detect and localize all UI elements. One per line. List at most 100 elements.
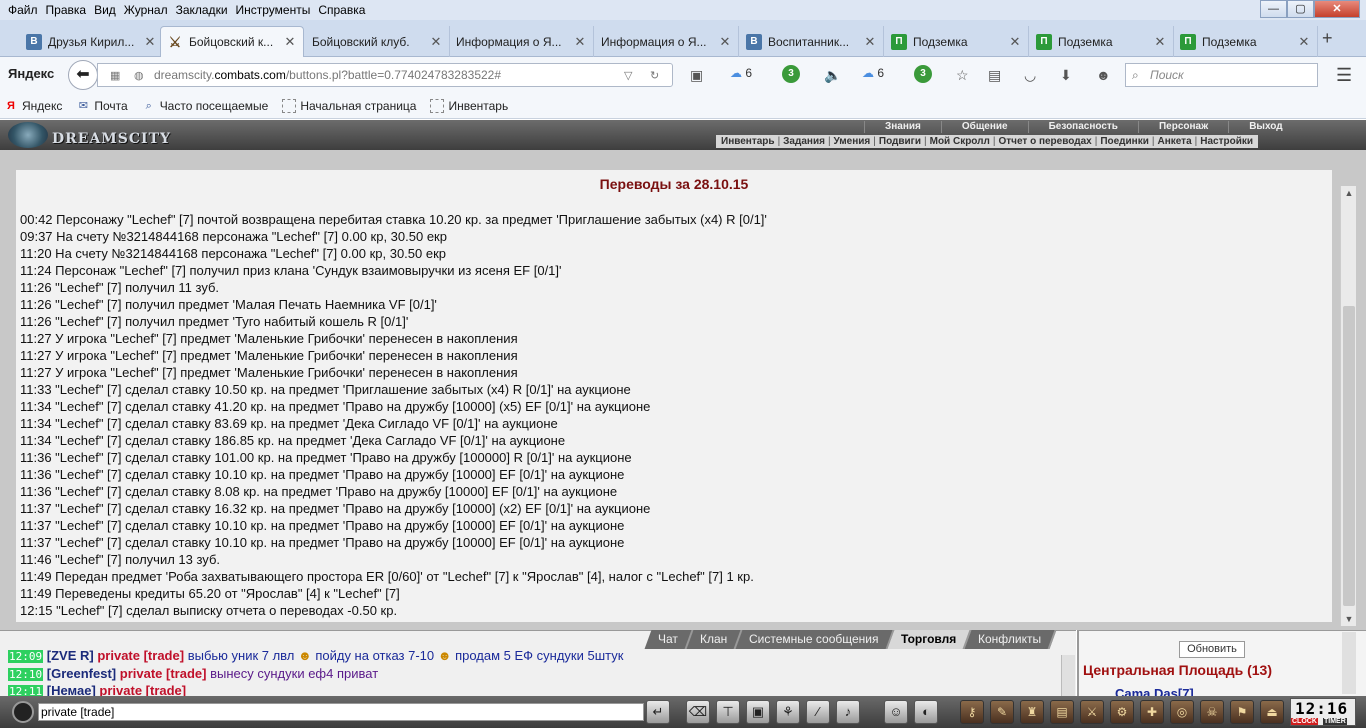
clock-label[interactable]: CLOCK	[1291, 718, 1318, 725]
screenshot-icon[interactable]: ▣	[690, 67, 703, 84]
submenu-skills[interactable]: Умения	[831, 135, 874, 148]
close-tab-icon[interactable]: ✕	[573, 34, 587, 50]
tab-info-1[interactable]: Информация о Я... ✕	[450, 26, 594, 57]
tab-combats-active[interactable]: ⚔ Бойцовский к... ✕	[160, 26, 304, 57]
star-icon[interactable]: ☆	[956, 67, 969, 84]
submenu-battles[interactable]: Поединки	[1097, 135, 1152, 148]
close-tab-icon[interactable]: ✕	[1153, 34, 1167, 50]
dropdown-arrow-icon[interactable]: ▽	[624, 69, 632, 82]
close-tab-icon[interactable]: ✕	[429, 34, 443, 50]
submenu-my-scroll[interactable]: Мой Скролл	[927, 135, 993, 148]
menu-bookmarks[interactable]: Закладки	[172, 3, 232, 17]
speaker-icon[interactable]: 🔈	[824, 67, 841, 84]
download-icon[interactable]: ⬇	[1060, 67, 1072, 84]
menu-knowledge[interactable]: Знания	[864, 121, 941, 133]
menu-icon[interactable]: ☰	[1336, 65, 1352, 86]
menu-edit[interactable]: Правка	[42, 3, 91, 17]
address-bar[interactable]: ▦ ◍ dreamscity.combats.com/buttons.pl?ba…	[97, 63, 673, 87]
submenu-feats[interactable]: Подвиги	[876, 135, 924, 148]
location-user[interactable]: Cama Das[7]	[1115, 686, 1194, 696]
submenu-quests[interactable]: Задания	[780, 135, 828, 148]
close-tab-icon[interactable]: ✕	[863, 34, 877, 50]
tab-combats-club[interactable]: Бойцовский клуб. ✕	[306, 26, 450, 57]
exit-icon[interactable]: ⏏	[1260, 700, 1284, 724]
pocket-icon[interactable]: ◡	[1024, 67, 1036, 84]
chat-scrollbar[interactable]	[1061, 655, 1075, 697]
chat-nick[interactable]: [ZVE R]	[47, 648, 94, 663]
reload-icon[interactable]: ↻	[650, 69, 659, 82]
location-scrollbar[interactable]	[1342, 632, 1356, 694]
menu-tools[interactable]: Инструменты	[232, 3, 315, 17]
reader-icon[interactable]: ▤	[988, 67, 1001, 84]
chat-input[interactable]: private [trade]	[38, 703, 644, 721]
scrollbar-thumb[interactable]	[1343, 306, 1355, 606]
close-tab-icon[interactable]: ✕	[143, 34, 157, 50]
menu-file[interactable]: Файл	[4, 3, 42, 17]
minimize-button[interactable]: —	[1260, 0, 1287, 18]
tab-vk-friends[interactable]: В Друзья Кирил... ✕	[20, 26, 164, 57]
chat-tab-clan[interactable]: Клан	[686, 630, 743, 649]
tab-info-2[interactable]: Информация о Я... ✕	[595, 26, 739, 57]
content-scrollbar[interactable]: ▲ ▼	[1340, 186, 1356, 626]
filter-icon[interactable]: ⊤	[716, 700, 740, 724]
chat-tab-conflicts[interactable]: Конфликты	[964, 630, 1057, 649]
bookmark-start-page[interactable]: Начальная страница	[282, 98, 416, 113]
tab-podzemka-3[interactable]: П Подземка ✕	[1174, 26, 1318, 57]
smile-icon[interactable]: ☺	[884, 700, 908, 724]
bookmark-mail[interactable]: ✉ Почта	[76, 99, 128, 113]
submenu-profile[interactable]: Анкета	[1154, 135, 1194, 148]
chest-icon[interactable]: ▤	[1050, 700, 1074, 724]
gear-icon[interactable]: ⚙	[1110, 700, 1134, 724]
back-button[interactable]: ⬅	[68, 60, 98, 90]
cross-icon[interactable]: ✚	[1140, 700, 1164, 724]
chat-private-tag[interactable]: private [trade]	[97, 648, 184, 663]
scroll-up-icon[interactable]: ▲	[1341, 188, 1357, 198]
send-icon[interactable]: ↵	[646, 700, 670, 724]
tab-vk-pupil[interactable]: В Воспитанник... ✕	[740, 26, 884, 57]
run-icon[interactable]: ⚘	[776, 700, 800, 724]
menu-exit[interactable]: Выход	[1228, 121, 1302, 133]
chat-private-tag[interactable]: private [trade]	[120, 666, 207, 681]
tab-podzemka-2[interactable]: П Подземка ✕	[1030, 26, 1174, 57]
menu-help[interactable]: Справка	[314, 3, 369, 17]
emote-icon[interactable]	[12, 701, 34, 723]
eraser-icon[interactable]: ⌫	[686, 700, 710, 724]
bottle-icon[interactable]: ♜	[1020, 700, 1044, 724]
helmet-icon[interactable]: ◐	[914, 700, 938, 724]
bookmark-inventory[interactable]: Инвентарь	[430, 98, 508, 113]
submenu-settings[interactable]: Настройки	[1197, 135, 1256, 148]
close-tab-icon[interactable]: ✕	[1297, 34, 1311, 50]
lock-icon[interactable]: ⚷	[960, 700, 984, 724]
maximize-button[interactable]: ▢	[1287, 0, 1314, 18]
tab-podzemka-1[interactable]: П Подземка ✕	[885, 26, 1029, 57]
menu-security[interactable]: Безопасность	[1027, 121, 1138, 133]
chat-nick[interactable]: [Greenfest]	[47, 666, 116, 681]
close-window-button[interactable]: ✕	[1314, 0, 1360, 18]
close-tab-icon[interactable]: ✕	[1008, 34, 1022, 50]
traffic-badge-1[interactable]: 3	[782, 65, 800, 83]
weather-widget-1[interactable]: ☁ 6	[730, 66, 752, 80]
yandex-brand[interactable]: Яндекс	[8, 66, 54, 81]
menu-communication[interactable]: Общение	[940, 121, 1028, 133]
tools-icon[interactable]: ✎	[990, 700, 1014, 724]
new-tab-button[interactable]: +	[1322, 28, 1333, 49]
close-tab-icon[interactable]: ✕	[718, 34, 732, 50]
menu-character[interactable]: Персонаж	[1137, 121, 1228, 133]
save-icon[interactable]: ▣	[746, 700, 770, 724]
submenu-inventory[interactable]: Инвентарь	[718, 135, 778, 148]
chat-nick[interactable]: [Немае]	[47, 683, 96, 696]
target-icon[interactable]: ◎	[1170, 700, 1194, 724]
flag-icon[interactable]: ⚑	[1230, 700, 1254, 724]
menu-history[interactable]: Журнал	[120, 3, 172, 17]
search-input[interactable]: ⌕ Поиск	[1125, 63, 1318, 87]
bookmark-yandex[interactable]: Я Яндекс	[4, 99, 62, 113]
refresh-button[interactable]: Обновить	[1179, 641, 1245, 658]
bookmark-frequent[interactable]: ⌕ Часто посещаемые	[142, 99, 269, 113]
chat-icon[interactable]: ☻	[1096, 67, 1111, 83]
swords-icon[interactable]: ⚔	[1080, 700, 1104, 724]
music-icon[interactable]: ♪	[836, 700, 860, 724]
chat-private-tag[interactable]: private [trade]	[99, 683, 186, 696]
submenu-transfer-report[interactable]: Отчет о переводах	[995, 135, 1094, 148]
chat-tab-system[interactable]: Системные сообщения	[735, 630, 895, 649]
skull-icon[interactable]: ☠	[1200, 700, 1224, 724]
